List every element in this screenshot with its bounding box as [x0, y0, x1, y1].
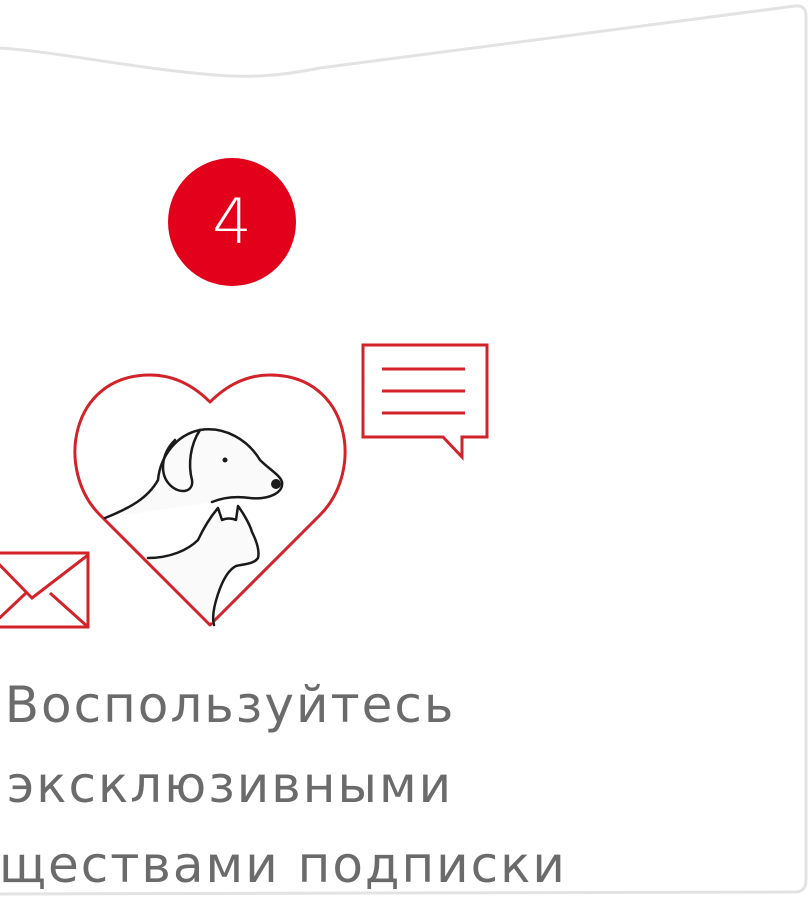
- step-description: Воспользуйтесь эксклюзивными имуществами…: [0, 665, 580, 900]
- chat-bubble-icon: [361, 343, 489, 461]
- step-number-badge: 4: [168, 158, 296, 286]
- subscription-illustration: [0, 343, 489, 629]
- heart-pets-icon: [73, 373, 347, 627]
- step-description-line-3: имуществами подписки: [0, 836, 567, 894]
- step-card: 4 Воспользуйтесь эксклюзивными ществами …: [0, 0, 810, 900]
- step-description-line-1: Воспользуйтесь: [4, 676, 456, 734]
- envelope-icon: [0, 551, 90, 629]
- step-description-line-2: эксклюзивными: [6, 756, 454, 814]
